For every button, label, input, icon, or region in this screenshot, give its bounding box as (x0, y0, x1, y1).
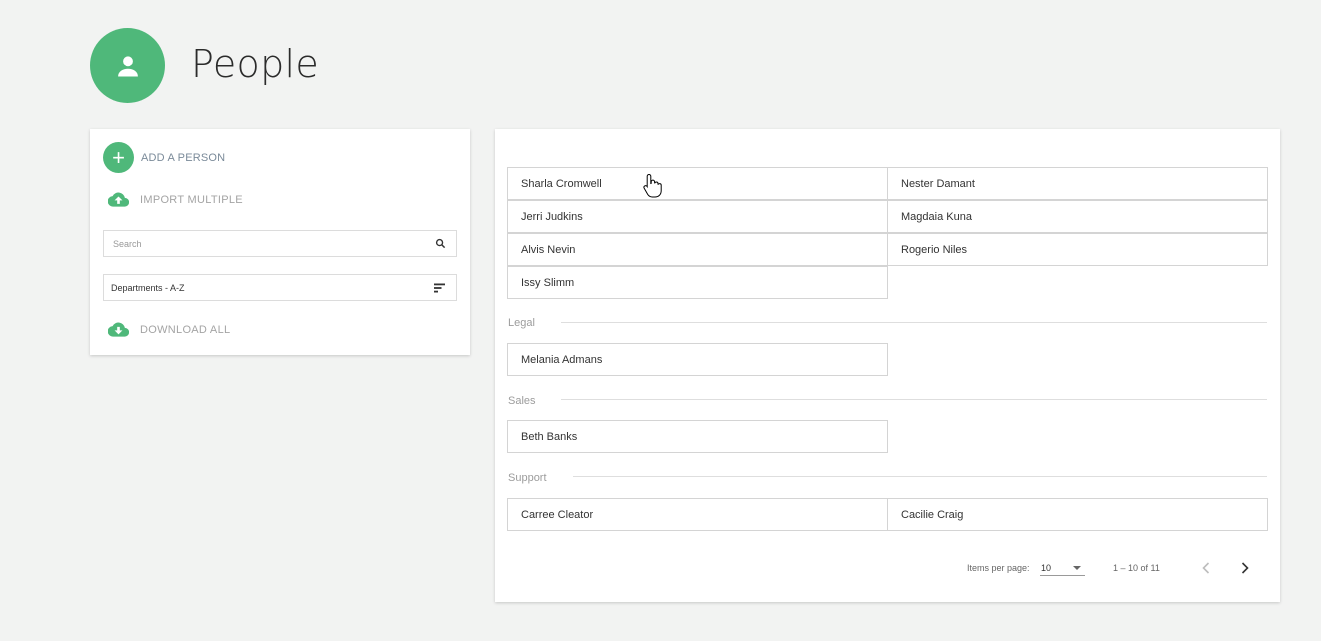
person-card[interactable]: Cacilie Craig (887, 498, 1268, 531)
cloud-upload-icon (108, 192, 129, 207)
page-range-label: 1 – 10 of 11 (1113, 563, 1160, 573)
sort-icon (434, 283, 445, 292)
person-card[interactable]: Issy Slimm (507, 266, 888, 299)
chevron-down-icon (1073, 566, 1081, 570)
cloud-download-icon (108, 322, 129, 337)
department-divider (573, 476, 1267, 477)
items-per-page-label: Items per page: (967, 563, 1030, 573)
sort-value: Departments - A-Z (111, 282, 185, 293)
previous-page-button[interactable] (1195, 557, 1217, 579)
add-person-button[interactable]: + ADD A PERSON (103, 142, 225, 173)
page-size-select[interactable]: 10 (1040, 559, 1085, 576)
page-size-value: 10 (1041, 563, 1052, 573)
department-label-support: Support (508, 472, 547, 484)
department-divider (561, 322, 1267, 323)
person-card[interactable]: Sharla Cromwell (507, 167, 888, 200)
person-card[interactable]: Nester Damant (887, 167, 1268, 200)
person-card[interactable]: Carree Cleator (507, 498, 888, 531)
person-card[interactable]: Beth Banks (507, 420, 888, 453)
person-card[interactable]: Alvis Nevin (507, 233, 888, 266)
add-person-label: ADD A PERSON (141, 151, 226, 164)
download-all-label: DOWNLOAD ALL (140, 323, 231, 336)
person-icon (117, 55, 138, 76)
page-title: People (191, 42, 320, 86)
import-multiple-label: IMPORT MULTIPLE (140, 193, 243, 206)
header-avatar (90, 28, 165, 103)
next-page-button[interactable] (1234, 557, 1256, 579)
person-card[interactable]: Jerri Judkins (507, 200, 888, 233)
import-multiple-button[interactable]: IMPORT MULTIPLE (108, 192, 243, 207)
person-card[interactable]: Rogerio Niles (887, 233, 1268, 266)
department-label-sales: Sales (508, 395, 536, 407)
department-divider (561, 399, 1267, 400)
sort-select[interactable]: Departments - A-Z (103, 274, 457, 301)
plus-icon: + (103, 142, 134, 173)
chevron-right-icon (1241, 562, 1249, 574)
department-label-legal: Legal (508, 317, 535, 329)
search-icon[interactable] (435, 238, 446, 249)
download-all-button[interactable]: DOWNLOAD ALL (108, 322, 230, 337)
person-card[interactable]: Magdaia Kuna (887, 200, 1268, 233)
search-input[interactable] (111, 237, 435, 250)
chevron-left-icon (1202, 562, 1210, 574)
people-list-panel: Sharla Cromwell Nester Damant Jerri Judk… (495, 129, 1280, 602)
person-card[interactable]: Melania Admans (507, 343, 888, 376)
paginator: Items per page: 10 1 – 10 of 11 (495, 559, 1280, 579)
search-field[interactable] (103, 230, 457, 257)
actions-panel: + ADD A PERSON IMPORT MULTIPLE Departmen… (90, 129, 470, 355)
